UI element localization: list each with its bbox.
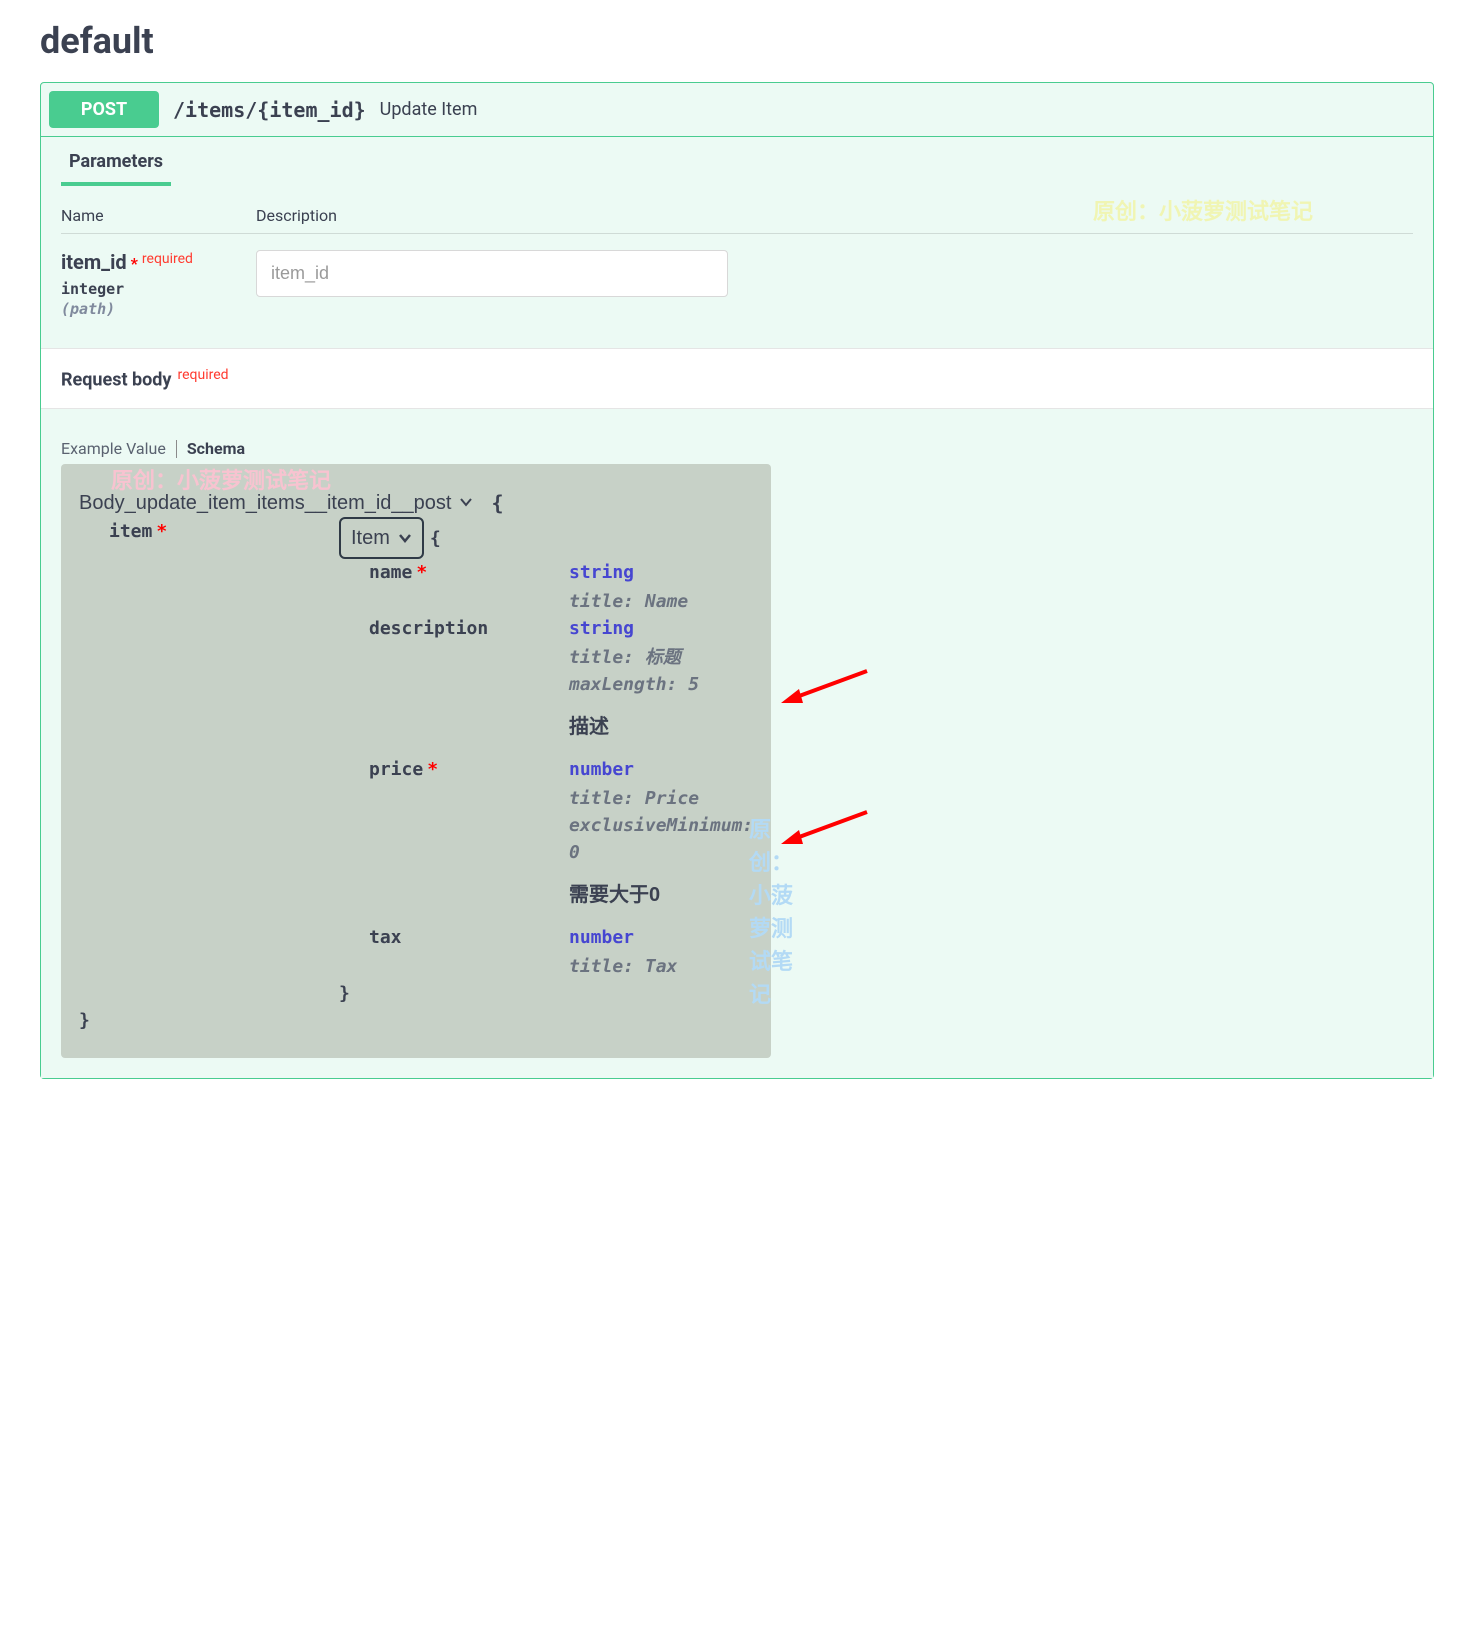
watermark: 原创：小菠萝测试笔记	[749, 814, 793, 1012]
open-brace: {	[491, 488, 503, 518]
field-row-price: price* number	[369, 756, 753, 783]
model-select[interactable]: Item	[339, 517, 424, 559]
field-meta: title: Price	[569, 785, 753, 812]
field-name: description	[369, 618, 488, 639]
request-body-header: Request body required	[41, 348, 1433, 409]
operation-summary[interactable]: POST /items/{item_id} Update Item	[41, 83, 1433, 136]
field-description: 描述	[569, 712, 753, 742]
required-label: required	[142, 251, 193, 267]
close-brace: }	[79, 1007, 753, 1034]
model-name: Item	[351, 523, 390, 553]
arrow-annotation	[779, 810, 869, 850]
schema-tabs: Example Value Schema	[61, 439, 1413, 458]
field-meta: title: 标题	[569, 644, 753, 671]
tab-schema[interactable]: Schema	[177, 439, 255, 458]
table-header-row: Name Description	[61, 206, 1413, 234]
field-type: string	[569, 615, 634, 642]
nested-model: Item {	[339, 517, 753, 559]
request-body-required: required	[178, 367, 229, 383]
field-meta: title: Tax	[569, 953, 753, 980]
tab-parameters[interactable]: Parameters	[61, 137, 171, 186]
field-row-name: name* string	[369, 559, 753, 586]
operation-block: POST /items/{item_id} Update Item Parame…	[40, 82, 1434, 1079]
method-badge: POST	[49, 91, 159, 128]
open-brace: {	[430, 528, 441, 549]
schema-title-row[interactable]: Body_update_item_items__item_id__post {	[79, 488, 753, 518]
parameter-name-column: item_id*required integer (path)	[61, 250, 256, 318]
field-meta: maxLength: 5	[569, 671, 753, 698]
property-name: item*	[79, 518, 339, 545]
field-description: 需要大于0	[569, 880, 753, 910]
chevron-down-icon	[459, 488, 473, 518]
field-name: name	[369, 562, 412, 583]
field-row-tax: tax number	[369, 924, 753, 951]
request-body-title: Request body	[61, 369, 172, 390]
parameter-type: integer	[61, 280, 256, 298]
section-title: default	[40, 20, 1434, 62]
tab-example-value[interactable]: Example Value	[61, 439, 176, 458]
field-list: name* string title: Name description str…	[369, 559, 753, 980]
field-type: string	[569, 559, 634, 586]
parameter-input-column	[256, 250, 728, 297]
tab-header: Parameters	[41, 137, 1433, 186]
parameter-in: (path)	[61, 300, 256, 318]
parameters-body: 原创：小菠萝测试笔记 Name Description item_id*requ…	[41, 186, 1433, 348]
field-row-description: description string	[369, 615, 753, 642]
column-header-name: Name	[61, 206, 256, 225]
item-id-input[interactable]	[256, 250, 728, 297]
parameter-name: item_id	[61, 250, 127, 274]
schema-section: Example Value Schema 原创：小菠萝测试笔记 Body_upd…	[41, 409, 1433, 1078]
schema-box: Body_update_item_items__item_id__post { …	[61, 464, 771, 1058]
field-meta: title: Name	[569, 588, 753, 615]
close-brace: }	[339, 980, 753, 1007]
arrow-annotation	[779, 669, 869, 709]
parameter-row: item_id*required integer (path)	[61, 250, 1413, 318]
operation-summary-text: Update Item	[380, 99, 478, 120]
schema-model-name: Body_update_item_items__item_id__post	[79, 488, 451, 518]
required-star: *	[131, 254, 138, 273]
field-type: number	[569, 756, 634, 783]
field-name: price	[369, 759, 423, 780]
column-header-description: Description	[256, 206, 337, 225]
field-name: tax	[369, 927, 402, 948]
field-type: number	[569, 924, 634, 951]
operation-path: /items/{item_id}	[173, 98, 366, 122]
field-meta: exclusiveMinimum: 0	[569, 812, 753, 866]
chevron-down-icon	[398, 531, 412, 545]
